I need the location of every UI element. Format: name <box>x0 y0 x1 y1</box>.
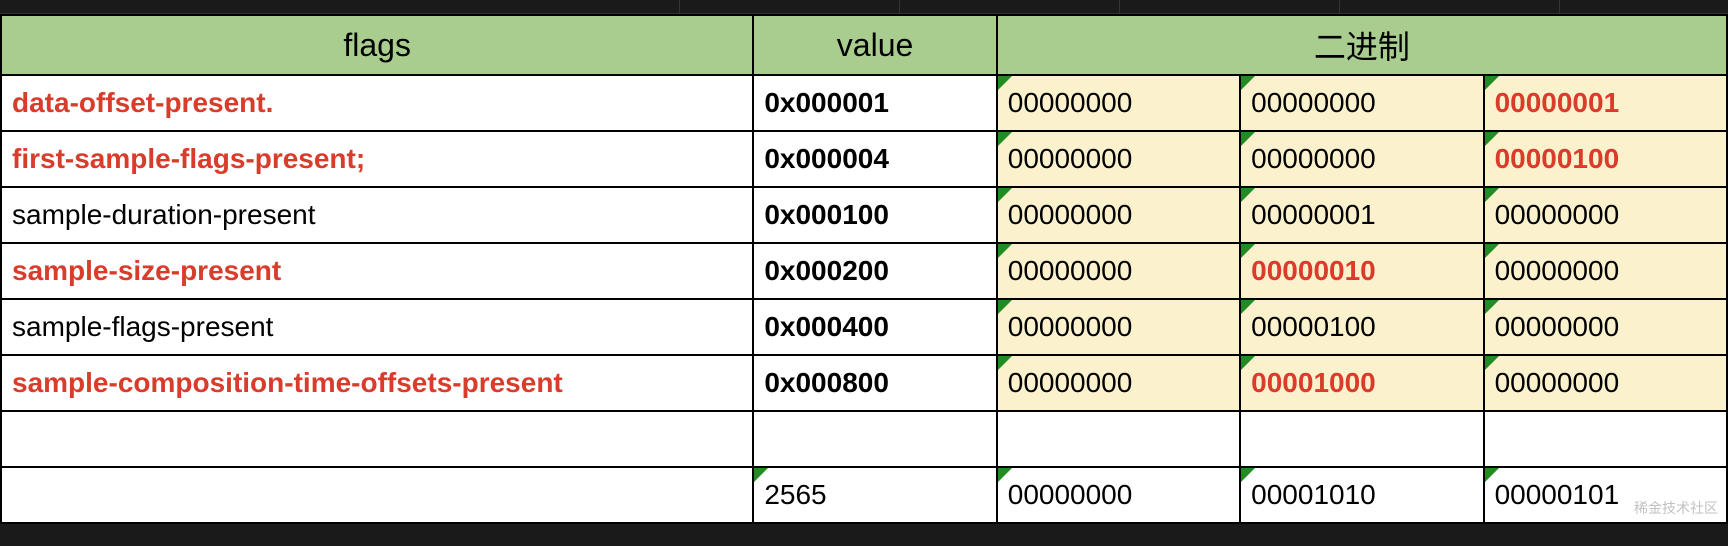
cell-binary: 00000100 <box>1240 299 1483 355</box>
cell-binary: 00000010 <box>1240 243 1483 299</box>
cell-flag: sample-composition-time-offsets-present <box>1 355 753 411</box>
cell-value: 0x000400 <box>753 299 996 355</box>
cell-binary: 00000000 <box>1484 243 1727 299</box>
table-row: sample-duration-present0x000100000000000… <box>1 187 1727 243</box>
header-row: flags value 二进制 <box>1 15 1727 75</box>
cell-empty <box>753 411 996 467</box>
header-value: value <box>753 15 996 75</box>
cell-binary: 00000000 <box>1240 131 1483 187</box>
table-row: data-offset-present.0x000001000000000000… <box>1 75 1727 131</box>
cell-flag: sample-flags-present <box>1 299 753 355</box>
cell-binary: 00000001 <box>1240 187 1483 243</box>
table-row-empty <box>1 411 1727 467</box>
cell-value: 0x000200 <box>753 243 996 299</box>
flags-table: flags value 二进制 data-offset-present.0x00… <box>0 14 1728 524</box>
cell-value: 0x000004 <box>753 131 996 187</box>
cell-binary: 00001000 <box>1240 355 1483 411</box>
table-row: sample-composition-time-offsets-present0… <box>1 355 1727 411</box>
cell-binary: 00000100 <box>1484 131 1727 187</box>
cell-value: 0x000100 <box>753 187 996 243</box>
cell-empty <box>1240 411 1483 467</box>
cell-flag <box>1 467 753 523</box>
cell-binary: 00000001 <box>1484 75 1727 131</box>
cell-binary: 00001010 <box>1240 467 1483 523</box>
cell-binary: 00000000 <box>1240 75 1483 131</box>
watermark: 稀金技术社区 <box>1634 498 1718 518</box>
header-flags: flags <box>1 15 753 75</box>
table-row-sum: 2565000000000000101000000101 <box>1 467 1727 523</box>
cell-binary: 00000000 <box>1484 355 1727 411</box>
cell-binary: 00000000 <box>997 299 1240 355</box>
table-row: sample-flags-present0x000400000000000000… <box>1 299 1727 355</box>
cell-empty <box>1 411 753 467</box>
cell-binary: 00000000 <box>1484 187 1727 243</box>
cell-binary: 00000000 <box>997 187 1240 243</box>
cell-value: 2565 <box>753 467 996 523</box>
cell-flag: data-offset-present. <box>1 75 753 131</box>
cell-binary: 00000000 <box>997 75 1240 131</box>
cell-binary: 00000000 <box>997 355 1240 411</box>
cell-flag: first-sample-flags-present; <box>1 131 753 187</box>
table-row: sample-size-present0x0002000000000000000… <box>1 243 1727 299</box>
cell-binary: 00000000 <box>997 467 1240 523</box>
cell-value: 0x000800 <box>753 355 996 411</box>
table-container: flags value 二进制 data-offset-present.0x00… <box>0 0 1728 524</box>
top-bar <box>0 0 1728 14</box>
header-binary: 二进制 <box>997 15 1727 75</box>
cell-flag: sample-duration-present <box>1 187 753 243</box>
cell-empty <box>1484 411 1727 467</box>
cell-binary: 00000000 <box>1484 299 1727 355</box>
cell-empty <box>997 411 1240 467</box>
table-row: first-sample-flags-present;0x00000400000… <box>1 131 1727 187</box>
cell-value: 0x000001 <box>753 75 996 131</box>
cell-flag: sample-size-present <box>1 243 753 299</box>
cell-binary: 00000000 <box>997 131 1240 187</box>
cell-binary: 00000000 <box>997 243 1240 299</box>
